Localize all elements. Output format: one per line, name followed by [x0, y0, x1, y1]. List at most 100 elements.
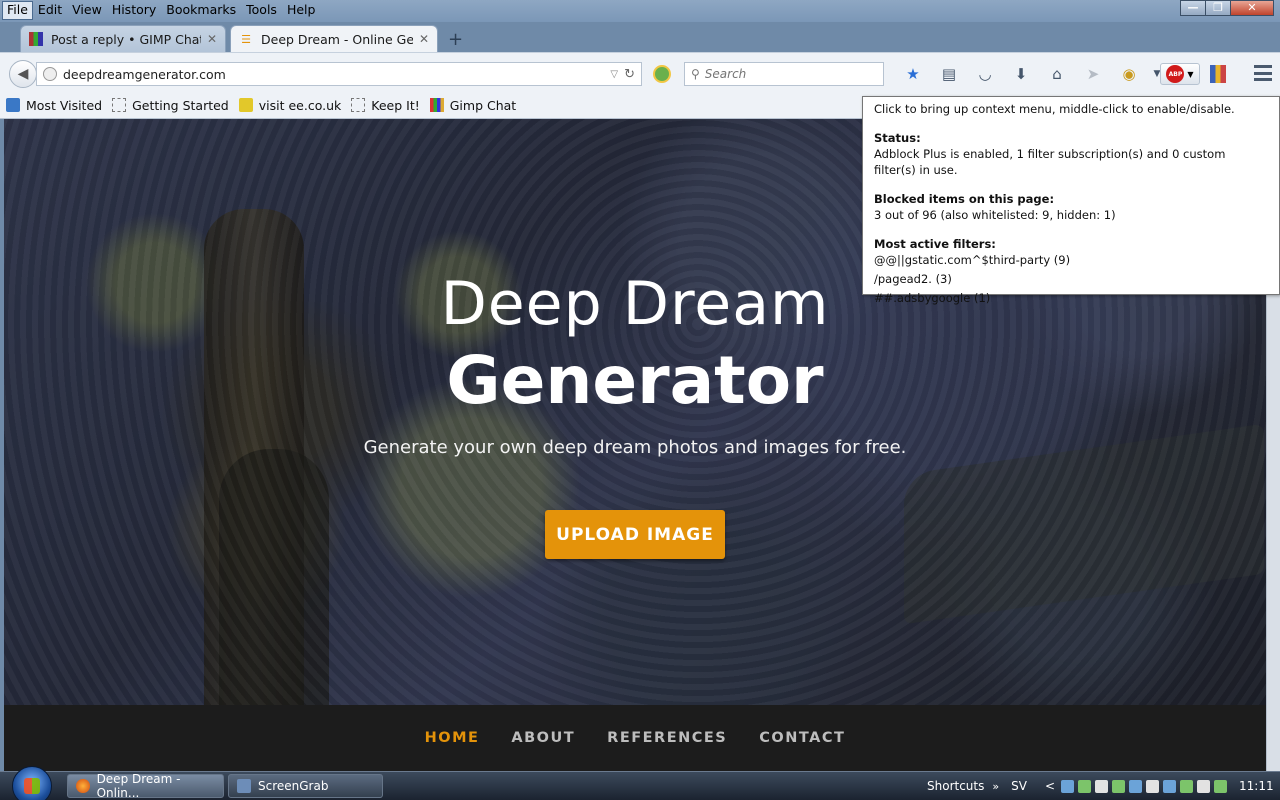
bookmark-star-icon[interactable]: ★: [895, 63, 931, 85]
url-input[interactable]: [63, 66, 611, 82]
menu-lines-favicon-icon: ☰: [241, 32, 251, 46]
close-tab-icon[interactable]: ✕: [419, 32, 429, 46]
page-icon: [112, 98, 127, 112]
taskbar-item-label: Deep Dream - Onlin...: [96, 772, 181, 800]
tooltip-filters-heading: Most active filters:: [874, 237, 996, 251]
bookmark-label: Getting Started: [132, 97, 229, 113]
hamburger-menu-icon[interactable]: [1254, 65, 1272, 81]
search-bar[interactable]: ⚲: [684, 62, 884, 86]
tab-title: Deep Dream - Online Gene...: [261, 31, 413, 47]
hero-subtitle: Generate your own deep dream photos and …: [363, 437, 907, 458]
nav-contact[interactable]: CONTACT: [759, 730, 845, 746]
menu-bar: File Edit View History Bookmarks Tools H…: [2, 1, 320, 20]
close-tab-icon[interactable]: ✕: [207, 32, 217, 46]
ee-icon: [238, 98, 253, 112]
tray-icons: [1061, 779, 1231, 793]
url-bar[interactable]: ▽ ↻: [36, 62, 642, 86]
tooltip-status-heading: Status:: [874, 131, 921, 145]
history-dropdown-icon[interactable]: ▽: [610, 69, 618, 80]
minimize-button[interactable]: —: [1180, 0, 1206, 16]
tray-app-icon[interactable]: [1112, 779, 1125, 793]
adblock-plus-button[interactable]: ABP ▼: [1160, 63, 1200, 85]
shortcuts-chevron-icon[interactable]: »: [992, 780, 999, 793]
hero-background-base: [219, 449, 329, 709]
download-icon[interactable]: ⬇: [1003, 63, 1039, 85]
gimp-favicon-icon: [29, 32, 43, 46]
screengrab-icon: [237, 779, 251, 793]
navigation-toolbar: ◀ ▽ ↻ ⚲ ★ ▤ ◡ ⬇ ⌂ ➤ ◉ ▼ ABP ▼: [0, 52, 1280, 92]
nav-references[interactable]: REFERENCES: [607, 730, 727, 746]
menu-tools[interactable]: Tools: [241, 1, 282, 20]
nav-home[interactable]: HOME: [425, 730, 480, 746]
search-icon: ⚲: [691, 67, 700, 81]
menu-view[interactable]: View: [67, 1, 107, 20]
system-tray: Shortcuts » SV < 11:11: [920, 772, 1280, 800]
adblock-tooltip: Click to bring up context menu, middle-c…: [862, 96, 1280, 305]
tooltip-filter-item: /pagead2. (3): [874, 272, 952, 286]
tooltip-status-text: Adblock Plus is enabled, 1 filter subscr…: [874, 147, 1226, 177]
site-navigation: HOME ABOUT REFERENCES CONTACT: [4, 705, 1266, 771]
globe-icon: [43, 67, 57, 81]
chevron-down-icon: ▼: [1187, 69, 1194, 79]
menu-help[interactable]: Help: [282, 1, 321, 20]
send-icon[interactable]: ➤: [1075, 63, 1111, 85]
tooltip-blocked-text: 3 out of 96 (also whitelisted: 9, hidden…: [874, 208, 1116, 222]
close-window-button[interactable]: ✕: [1230, 0, 1274, 16]
show-hidden-icons-icon[interactable]: <: [1045, 779, 1055, 793]
bookmark-label: Gimp Chat: [449, 97, 517, 113]
back-arrow-icon: ◀: [17, 66, 29, 82]
tray-app-icon[interactable]: [1129, 779, 1142, 793]
tooltip-blocked-heading: Blocked items on this page:: [874, 192, 1055, 206]
search-input[interactable]: [704, 67, 865, 81]
menu-history[interactable]: History: [107, 1, 161, 20]
reading-list-icon[interactable]: ▤: [931, 63, 967, 85]
toolbar-icons: ★ ▤ ◡ ⬇ ⌂ ➤ ◉ ▼: [895, 63, 1167, 85]
window-titlebar: File Edit View History Bookmarks Tools H…: [0, 0, 1280, 22]
restore-button[interactable]: ❐: [1205, 0, 1231, 16]
tab-title: Post a reply • GIMP Chat: [51, 31, 201, 47]
start-button[interactable]: [12, 766, 52, 800]
bookmark-gimp-chat[interactable]: Gimp Chat: [429, 97, 517, 113]
extension-icon[interactable]: [653, 65, 671, 83]
tray-app-icon[interactable]: [1146, 779, 1159, 793]
menu-edit[interactable]: Edit: [33, 1, 67, 20]
tray-app-icon[interactable]: [1214, 779, 1227, 793]
library-icon[interactable]: [1210, 65, 1226, 83]
adblock-plus-icon: ABP: [1166, 65, 1185, 83]
menu-bookmarks[interactable]: Bookmarks: [161, 1, 241, 20]
reload-icon[interactable]: ↻: [624, 67, 635, 82]
bookmark-label: visit ee.co.uk: [258, 97, 342, 113]
tray-app-icon[interactable]: [1197, 779, 1210, 793]
new-tab-icon[interactable]: +: [448, 29, 463, 50]
addon-icon[interactable]: ◉: [1111, 63, 1147, 85]
taskbar-item-screengrab[interactable]: ScreenGrab: [228, 774, 383, 798]
hero-title-line2: Generator: [446, 342, 824, 419]
bookmark-getting-started[interactable]: Getting Started: [112, 98, 229, 113]
tray-app-icon[interactable]: [1180, 779, 1193, 793]
upload-image-button[interactable]: UPLOAD IMAGE: [545, 510, 725, 559]
tooltip-filter-item: @@||gstatic.com^$third-party (9): [874, 253, 1071, 267]
taskbar-item-firefox[interactable]: Deep Dream - Onlin...: [67, 772, 224, 800]
menu-file[interactable]: File: [2, 1, 33, 20]
bookmark-keep-it[interactable]: Keep It!: [351, 98, 420, 113]
page-icon: [351, 98, 366, 112]
back-button[interactable]: ◀: [9, 60, 37, 88]
tray-app-icon[interactable]: [1061, 779, 1074, 793]
tab-strip: Post a reply • GIMP Chat ✕ ☰ Deep Dream …: [0, 22, 1280, 52]
language-indicator[interactable]: SV: [1011, 779, 1027, 793]
clock[interactable]: 11:11: [1239, 779, 1274, 793]
tray-app-icon[interactable]: [1163, 779, 1176, 793]
home-icon[interactable]: ⌂: [1039, 63, 1075, 85]
firefox-icon: [76, 779, 90, 793]
tab-gimp-chat[interactable]: Post a reply • GIMP Chat ✕: [20, 25, 226, 52]
tab-deep-dream[interactable]: ☰ Deep Dream - Online Gene... ✕: [230, 25, 438, 52]
windows-taskbar: Deep Dream - Onlin... ScreenGrab Shortcu…: [0, 766, 1280, 800]
bookmark-label: Most Visited: [26, 97, 103, 113]
pocket-icon[interactable]: ◡: [967, 63, 1003, 85]
bookmark-visit-ee[interactable]: visit ee.co.uk: [238, 97, 342, 113]
bookmark-most-visited[interactable]: Most Visited: [6, 98, 102, 113]
shortcuts-toolbar[interactable]: Shortcuts: [927, 779, 984, 793]
tray-app-icon[interactable]: [1078, 779, 1091, 793]
tray-app-icon[interactable]: [1095, 779, 1108, 793]
nav-about[interactable]: ABOUT: [511, 730, 575, 746]
